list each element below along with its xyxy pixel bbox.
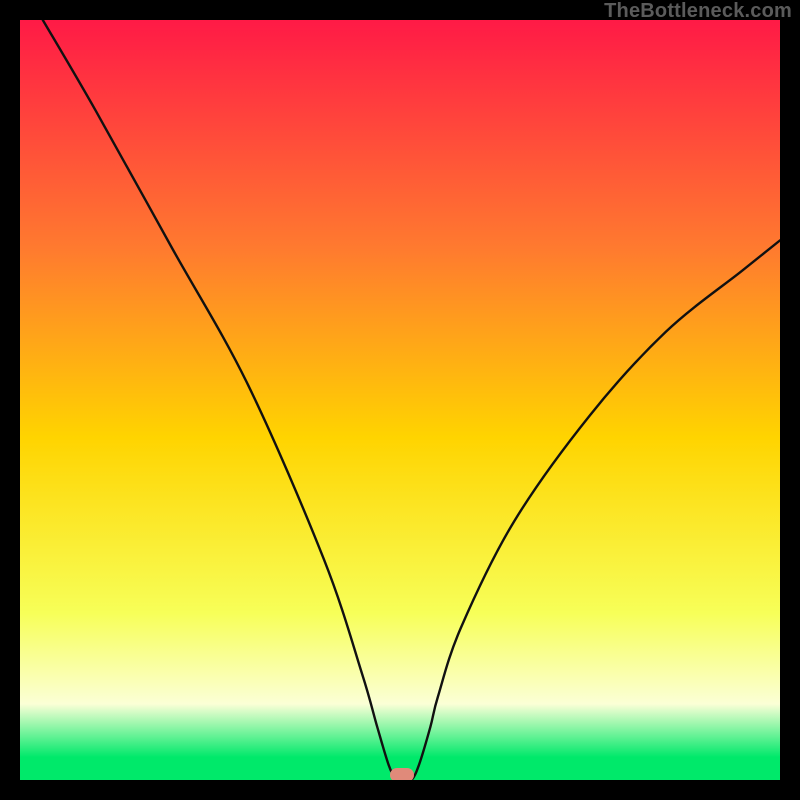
plot-area	[20, 20, 780, 780]
optimal-marker	[390, 768, 414, 780]
attribution-label: TheBottleneck.com	[604, 0, 792, 23]
chart-stage: TheBottleneck.com	[0, 0, 800, 800]
bottleneck-curve	[20, 20, 780, 780]
